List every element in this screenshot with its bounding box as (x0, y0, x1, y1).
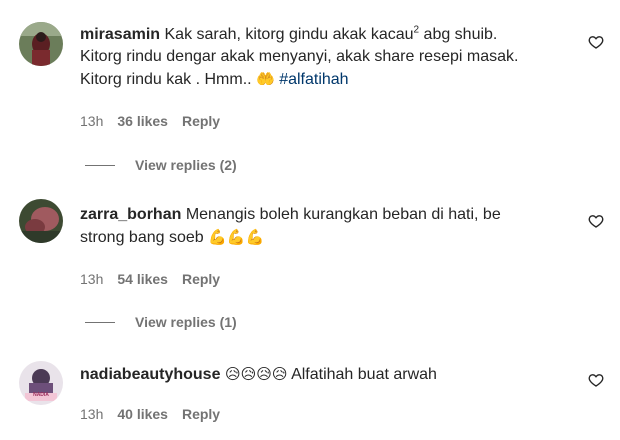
timestamp[interactable]: 13h (80, 113, 103, 129)
comment-line-3: Kitorg rindu kak . Hmm.. (80, 71, 257, 88)
reply-button[interactable]: Reply (182, 113, 220, 129)
avatar-logo-text: NADIA (33, 392, 49, 398)
comment-text: nadiabeautyhouse 😥😥😥😥 Alfatihah buat arw… (80, 363, 560, 386)
view-replies-label: View replies (2) (135, 157, 237, 173)
heart-icon[interactable] (588, 34, 604, 50)
heart-icon[interactable] (588, 213, 604, 229)
comment-line-1a: Kak sarah, kitorg gindu akak kacau (164, 26, 414, 43)
reply-button[interactable]: Reply (182, 271, 220, 287)
timestamp[interactable]: 13h (80, 406, 103, 422)
likes-count[interactable]: 40 likes (117, 406, 168, 422)
view-replies-button[interactable]: View replies (1) (85, 314, 237, 330)
avatar-image (19, 361, 63, 405)
view-replies-button[interactable]: View replies (2) (85, 157, 237, 173)
username[interactable]: zarra_borhan (80, 206, 181, 223)
comment-line-1: Alfatihah buat arwah (287, 366, 437, 383)
comment-text: mirasamin Kak sarah, kitorg gindu akak k… (80, 24, 560, 91)
praying-hands-emoji: 🤲 (256, 70, 275, 88)
comment-meta: 13h 54 likes Reply (80, 271, 220, 287)
hashtag-link[interactable]: #alfatihah (279, 71, 348, 88)
comment-line-2: strong bang soeb (80, 229, 209, 246)
sad-face-emoji: 😥😥😥😥 (224, 365, 288, 383)
view-replies-label: View replies (1) (135, 314, 237, 330)
username[interactable]: mirasamin (80, 26, 160, 43)
avatar-image (19, 199, 63, 243)
comment-meta: 13h 40 likes Reply (80, 406, 220, 422)
avatar[interactable] (19, 22, 63, 66)
divider (85, 321, 115, 323)
avatar-image (19, 22, 63, 66)
likes-count[interactable]: 36 likes (117, 113, 168, 129)
comment-line-1: Menangis boleh kurangkan beban di hati, … (185, 206, 501, 223)
username[interactable]: nadiabeautyhouse (80, 366, 220, 383)
comment-text: zarra_borhan Menangis boleh kurangkan be… (80, 204, 560, 249)
avatar[interactable] (19, 199, 63, 243)
heart-icon[interactable] (588, 372, 604, 388)
comment-line-1b: abg shuib. (419, 26, 498, 43)
reply-button[interactable]: Reply (182, 406, 220, 422)
flexed-biceps-emoji: 💪💪💪 (208, 228, 265, 246)
divider (85, 164, 115, 166)
comment-meta: 13h 36 likes Reply (80, 113, 220, 129)
likes-count[interactable]: 54 likes (117, 271, 168, 287)
timestamp[interactable]: 13h (80, 271, 103, 287)
comment-line-2: Kitorg rindu dengar akak menyanyi, akak … (80, 48, 519, 65)
avatar[interactable]: NADIA (19, 361, 63, 405)
